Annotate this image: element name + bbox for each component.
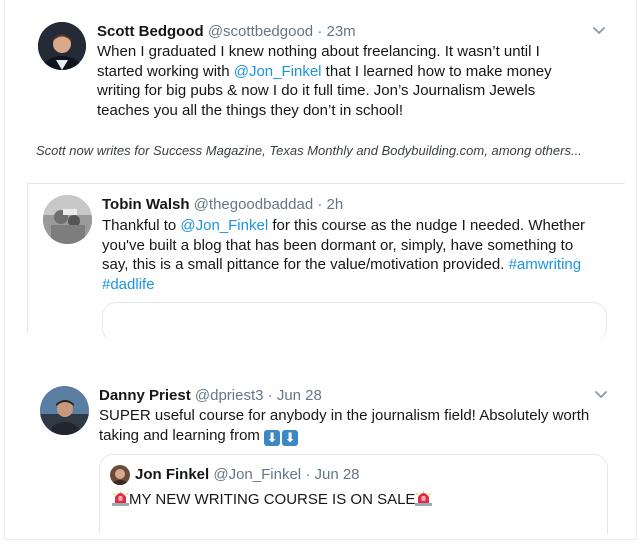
avatar[interactable] [43,195,92,244]
chevron-down-icon[interactable] [594,390,608,400]
timestamp[interactable]: 23m [326,23,355,40]
separator: · [317,23,323,40]
separator: · [317,196,323,213]
tweet-line: SUPER useful course for anybody in the j… [99,407,590,424]
quoted-header: Jon Finkel @Jon_Finkel · Jun 28 [135,465,360,485]
down-arrow-icon: ⬇ [282,429,299,446]
chevron-down-icon[interactable] [592,26,606,36]
timeline-border-right [636,0,637,540]
tweet-line: you've built a blog that has been dorman… [102,236,574,254]
mention-link[interactable]: @Jon_Finkel [180,217,268,234]
text-segment: taking and learning from [99,426,265,444]
link-card-preview[interactable] [102,302,607,342]
hashtag-link[interactable]: #amwriting [509,256,582,273]
tweet-header: Scott Bedgood @scottbedgood · 23m [97,22,356,42]
testimonial-caption: Scott now writes for Success Magazine, T… [36,143,582,158]
tweet-text: Thankful to @Jon_Finkel for this course … [102,216,622,294]
author-handle: @Jon_Finkel [213,466,302,483]
tweet-line: say, this is a small pittance for the va… [102,255,622,275]
avatar-image [40,386,89,435]
timeline-border-bottom [4,539,637,540]
tweet-line: writing for big pubs & now I do it full … [97,82,536,99]
tweet-header: Danny Priest @dpriest3 · Jun 28 [99,386,322,406]
author-handle[interactable]: @scottbedgood [208,23,313,40]
tweet-line: teaches you all the things they don’t in… [97,101,404,119]
separator: · [267,387,273,404]
down-arrow-icon: ⬇ [264,429,281,446]
hashtag-link[interactable]: #dadlife [102,276,155,293]
author-name[interactable]: Danny Priest [99,387,191,404]
author-name: Jon Finkel [135,466,210,483]
text-segment: Thankful to [102,217,181,234]
avatar[interactable] [40,386,89,435]
tweet-header: Tobin Walsh @thegoodbaddad · 2h [102,195,343,215]
author-name[interactable]: Tobin Walsh [102,196,190,213]
avatar [110,465,130,485]
tweet-line: Thankful to @Jon_Finkel for this course … [102,216,622,236]
avatar-image [110,465,130,485]
separator: · [305,466,311,483]
text-segment: for this course as the nudge I needed. W… [268,217,586,234]
author-name[interactable]: Scott Bedgood [97,23,204,40]
timestamp[interactable]: 2h [327,196,344,213]
text-segment: started working with [97,62,234,80]
avatar-image [43,195,92,244]
timestamp[interactable]: Jun 28 [277,387,322,404]
quoted-text-content: MY NEW WRITING COURSE IS ON SALE [129,491,416,508]
tweet-line: When I graduated I knew nothing about fr… [97,43,540,60]
police-light-icon [415,491,433,506]
text-segment: that I learned how to make money [321,62,552,80]
tweet-line: taking and learning from ⬇ ⬇ [99,426,619,446]
avatar-image [38,22,86,70]
timestamp: Jun 28 [314,466,360,483]
quoted-text: MY NEW WRITING COURSE IS ON SALE [112,490,433,510]
tweet-line: #dadlife [102,275,622,295]
timeline-border-left [4,0,5,540]
tweet-text: When I graduated I knew nothing about fr… [97,42,617,120]
author-handle[interactable]: @thegoodbaddad [194,196,314,213]
text-segment: say, this is a small pittance for the va… [102,256,509,273]
author-handle[interactable]: @dpriest3 [195,387,264,404]
tweet-line: started working with @Jon_Finkel that I … [97,62,617,82]
quoted-tweet[interactable]: Jon Finkel @Jon_Finkel · Jun 28 MY NEW W… [99,454,608,534]
police-light-icon [112,491,129,506]
mention-link[interactable]: @Jon_Finkel [234,63,322,80]
avatar[interactable] [38,22,86,70]
tweet-text: SUPER useful course for anybody in the j… [99,406,619,446]
